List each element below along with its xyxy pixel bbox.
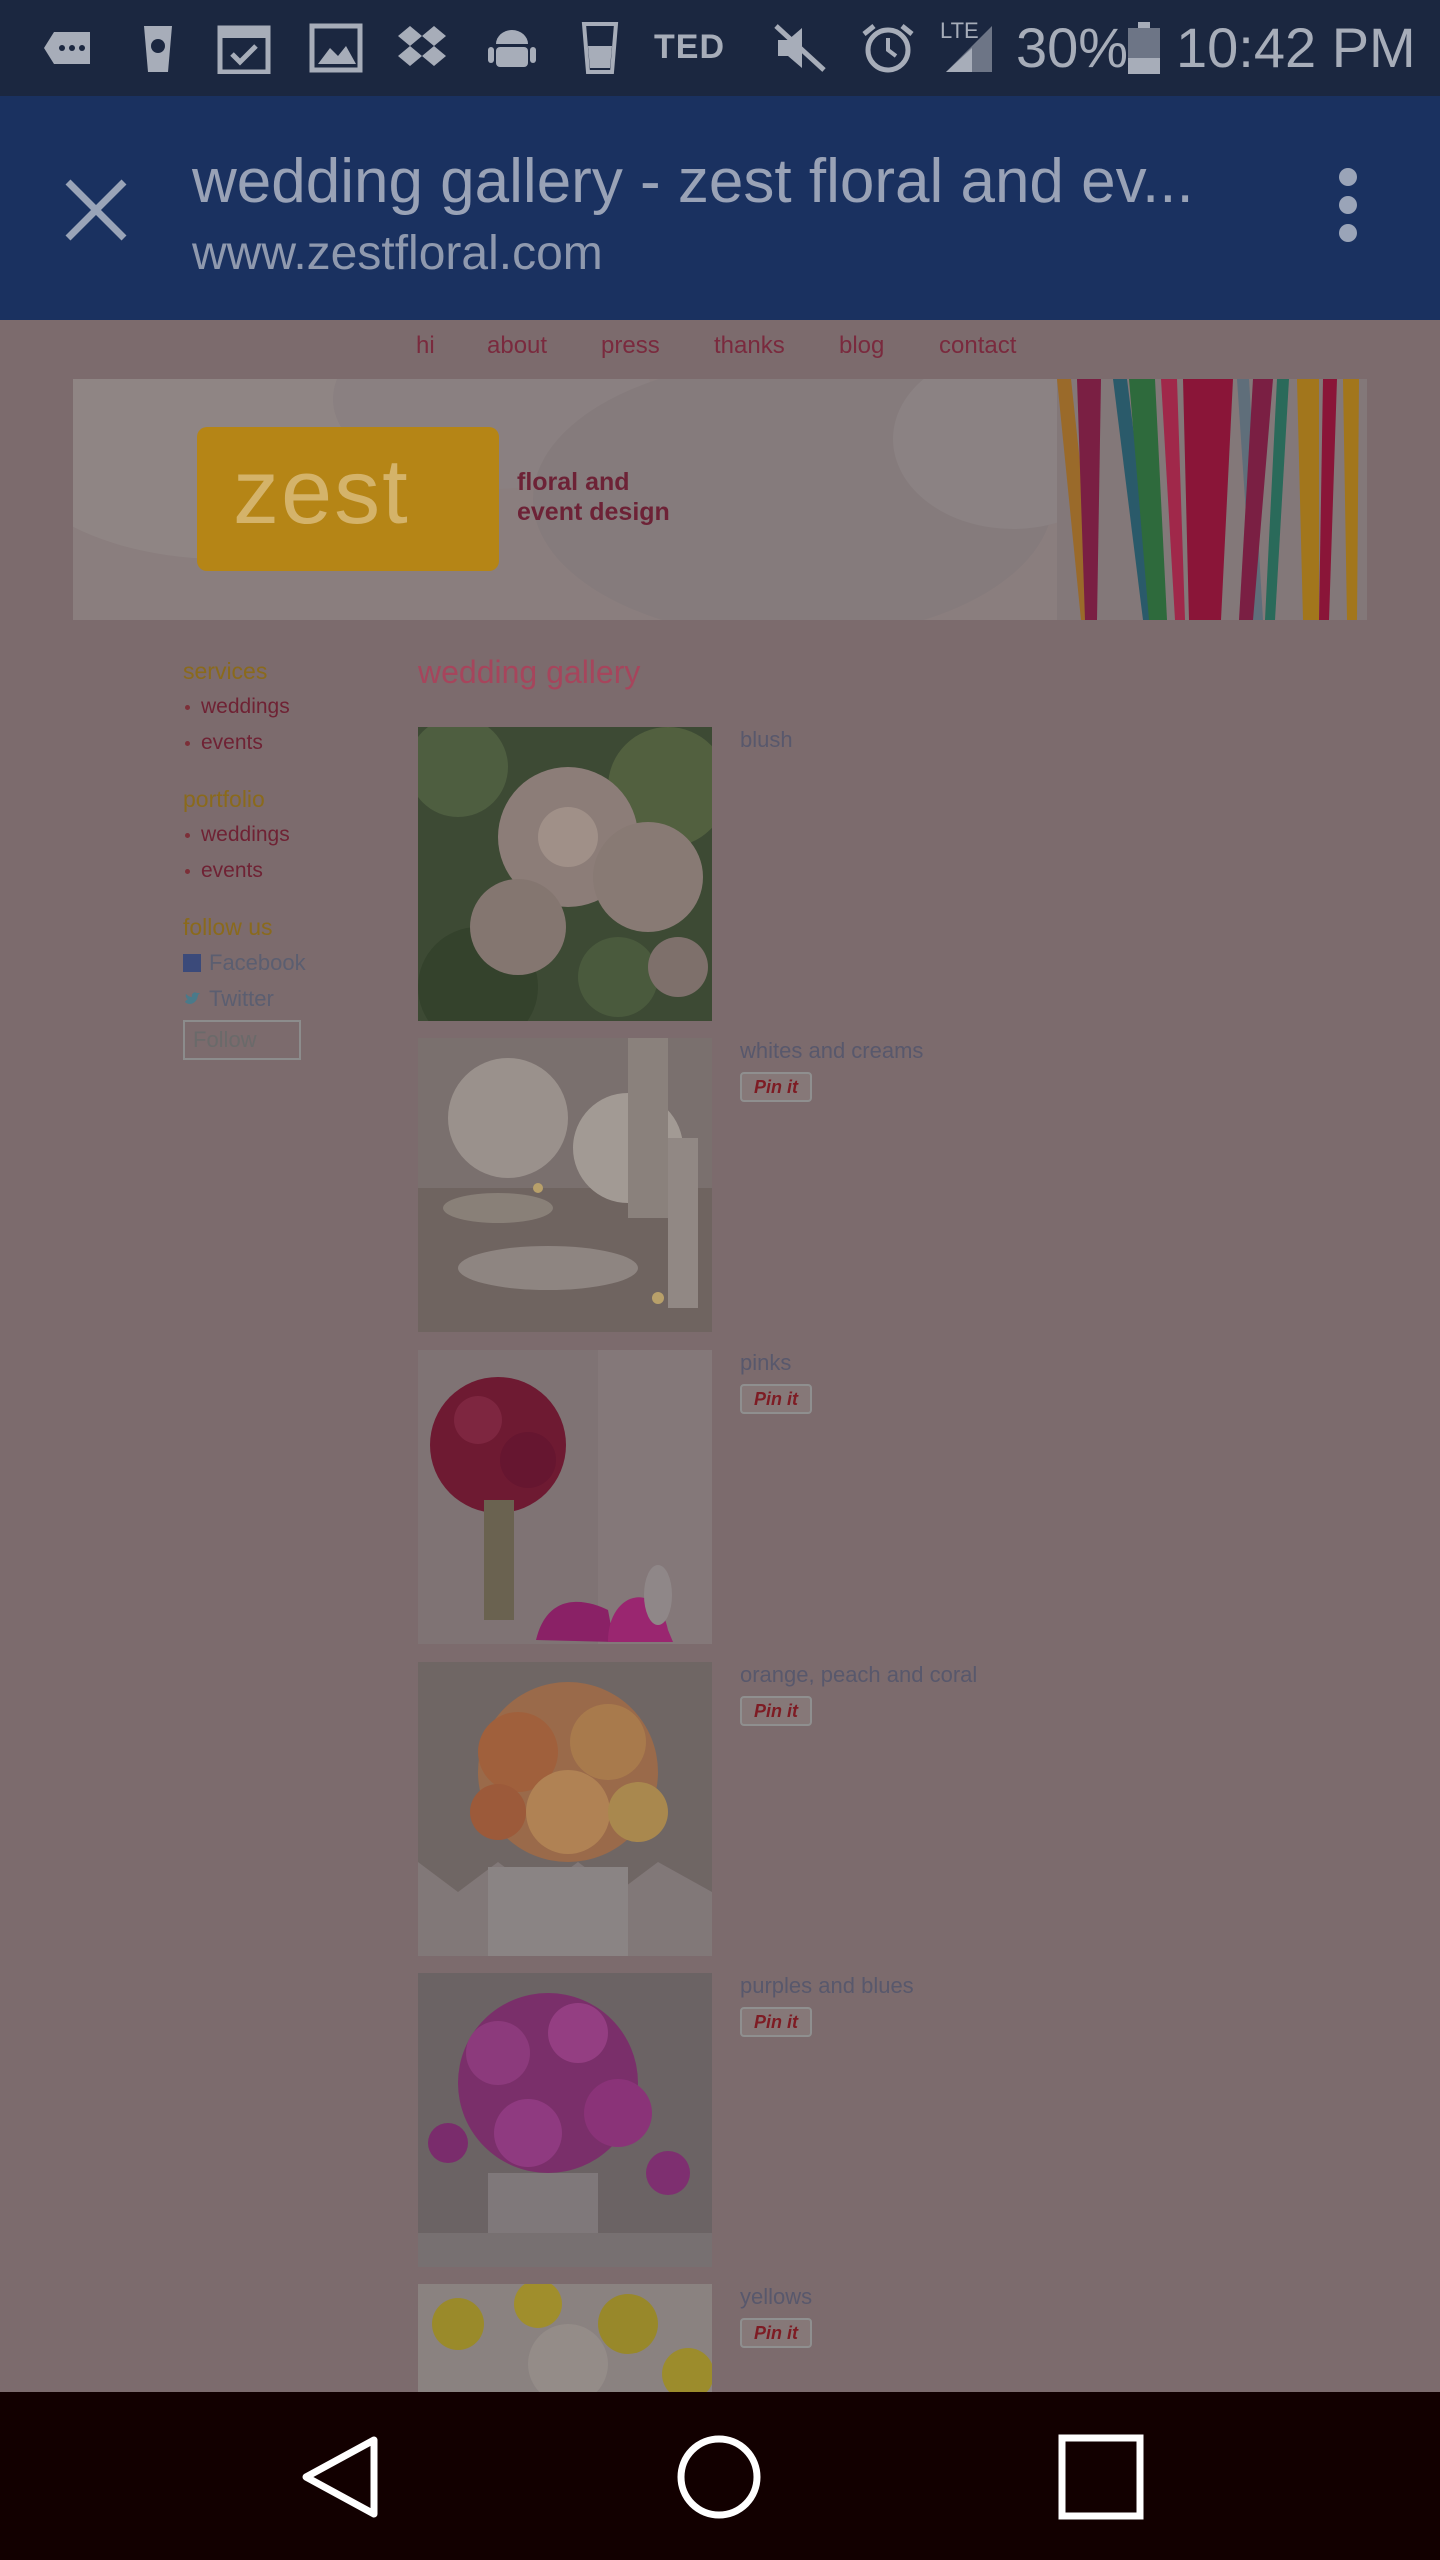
gallery-item-whites-and-creams[interactable]: whites and creams Pin it [418,1038,1118,1334]
gallery-item-pinks[interactable]: pinks Pin it [418,1350,1118,1646]
gallery-label-purples-and-blues[interactable]: purples and blues [740,1971,914,2001]
nav-link-press[interactable]: press [601,332,660,360]
sidebar-heading-follow: follow us [183,914,273,940]
sidebar-heading-portfolio: portfolio [183,786,265,812]
gallery-image-pinks[interactable] [418,1350,712,1644]
sidebar-item-services-events[interactable]: events [183,728,413,758]
nav-link-thanks[interactable]: thanks [714,332,785,360]
page-url: www.zestfloral.com [192,227,603,280]
logo[interactable]: zest [233,437,410,547]
gallery-item-blush[interactable]: blush [418,727,1118,1023]
close-icon[interactable] [58,172,134,248]
battery-icon [1124,22,1164,74]
tagline-line-2: event design [517,498,670,526]
calendar-icon [216,22,272,74]
sidebar-item-portfolio-events[interactable]: events [183,856,413,886]
gallery-label-orange-peach-coral[interactable]: orange, peach and coral [740,1660,977,1690]
custom-tab-toolbar: wedding gallery - zest floral and ev... … [0,96,1440,320]
nav-link-about[interactable]: about [487,332,547,360]
gallery-label-blush[interactable]: blush [740,725,793,755]
stripes-decoration [1057,379,1367,620]
follow-button[interactable]: Follow [183,1020,301,1060]
notification-icon [40,22,96,74]
screen: TED LTE 30% 10:42 PM wedding gallery - z… [0,0,1440,2560]
recents-icon[interactable] [1056,2432,1146,2522]
dropbox-icon [394,22,450,74]
system-nav-bar [0,2392,1440,2560]
nav-link-blog[interactable]: blog [839,332,884,360]
twitter-label: Twitter [209,986,274,1011]
pin-it-button[interactable]: Pin it [740,2318,812,2348]
tagline-line-1: floral and [517,468,630,496]
gallery-label-whites-and-creams[interactable]: whites and creams [740,1036,923,1066]
back-icon[interactable] [296,2432,386,2522]
twitter-link[interactable]: Twitter [183,984,413,1014]
nav-link-hi[interactable]: hi [416,332,435,360]
site-banner: zest floral and event design [73,379,1367,620]
sidebar-item-services-weddings[interactable]: weddings [183,692,413,722]
battery-percent: 30% [1016,16,1129,79]
gallery-item-purples-and-blues[interactable]: purples and blues Pin it [418,1973,1118,2269]
signal-icon [942,22,998,74]
cup-icon [572,22,628,74]
nav-link-contact[interactable]: contact [939,332,1016,360]
page-title: wedding gallery - zest floral and ev... [192,147,1194,216]
gallery-label-yellows[interactable]: yellows [740,2282,812,2312]
web-page: hi about press thanks blog contact zest … [0,320,1440,2560]
sidebar-heading-services: services [183,658,268,684]
facebook-link[interactable]: Facebook [183,948,413,978]
alarm-icon [860,22,916,74]
pin-it-button[interactable]: Pin it [740,1696,812,1726]
clock: 10:42 PM [1176,16,1416,79]
home-icon[interactable] [674,2432,764,2522]
gallery-label-pinks[interactable]: pinks [740,1348,791,1378]
gallery-image-blush[interactable] [418,727,712,1021]
mute-icon [772,22,828,74]
gallery-icon [308,22,364,74]
logo-tagline: floral and event design [517,467,670,527]
overflow-menu-icon[interactable] [1328,168,1368,248]
sidebar: services weddings events portfolio weddi… [183,656,413,1060]
sidebar-item-portfolio-weddings[interactable]: weddings [183,820,413,850]
status-bar: TED LTE 30% 10:42 PM [0,0,1440,96]
pin-it-button[interactable]: Pin it [740,1072,812,1102]
android-icon [484,22,540,74]
facebook-label: Facebook [209,950,306,975]
facebook-icon [183,954,201,972]
gallery-title: wedding gallery [418,654,641,690]
pin-it-button[interactable]: Pin it [740,2007,812,2037]
gallery-image-whites-and-creams[interactable] [418,1038,712,1332]
twitter-icon [185,992,200,1004]
pin-it-button[interactable]: Pin it [740,1384,812,1414]
ted-label: TED [654,28,725,66]
gallery-image-purples-and-blues[interactable] [418,1973,712,2267]
coffee-icon [130,22,186,74]
gallery-image-orange-peach-coral[interactable] [418,1662,712,1956]
gallery-item-orange-peach-coral[interactable]: orange, peach and coral Pin it [418,1662,1118,1958]
site-nav: hi about press thanks blog contact [0,320,1440,380]
